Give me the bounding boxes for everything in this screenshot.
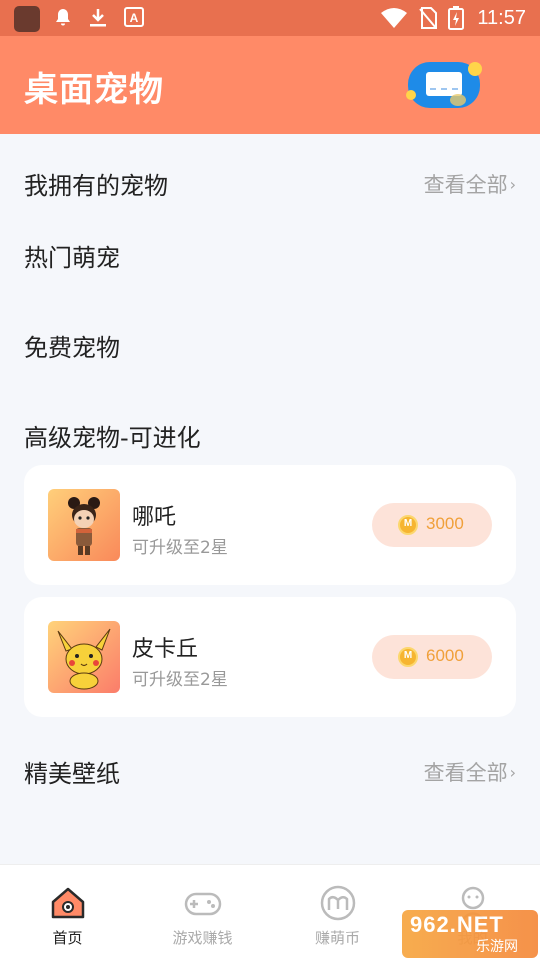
section-title-premium-pets: 高级宠物-可进化 [24,424,201,452]
tv-icon[interactable] [406,60,482,110]
home-icon [48,883,88,923]
nezha-avatar [48,489,120,561]
see-all-label: 查看全部 [423,173,508,197]
page-title: 桌面宠物 [24,70,164,110]
app-icon [14,6,40,32]
coin-icon [398,647,418,667]
nav-label: 首页 [52,929,83,947]
chevron-right-icon: › [509,763,516,782]
gamepad-icon [183,883,223,923]
see-all-label: 查看全部 [423,761,508,785]
no-sim-icon [418,6,438,37]
pet-card-nezha[interactable]: 哪吒 可升级至2星 3000 [24,465,516,585]
bell-icon [54,6,72,35]
see-all-wallpapers-link[interactable]: 查看全部 › [424,757,516,787]
buy-nezha-button[interactable]: 3000 [372,503,492,547]
price-label: 3000 [426,514,464,533]
nav-label: 赚萌币 [314,929,360,947]
battery-icon [448,6,464,37]
pet-name: 皮卡丘 [132,637,199,662]
nav-item-home[interactable]: 首页 [0,865,135,960]
download-icon [88,6,108,37]
watermark-brand: 962.NET [410,912,504,937]
section-title-wallpapers: 精美壁纸 [24,760,120,788]
pet-desc: 可升级至2星 [132,538,228,558]
pet-card-pikachu[interactable]: 皮卡丘 可升级至2星 6000 [24,597,516,717]
svg-text:A: A [130,11,139,25]
font-icon: A [124,6,144,35]
pet-desc: 可升级至2星 [132,670,228,690]
section-title-my-pets: 我拥有的宠物 [24,172,168,200]
watermark-logo: 962.NET 乐游网 [402,910,538,958]
buy-pikachu-button[interactable]: 6000 [372,635,492,679]
nav-item-game[interactable]: 游戏赚钱 [135,865,270,960]
nav-label: 游戏赚钱 [172,929,233,947]
app-bar: 桌面宠物 [0,36,540,134]
pet-name: 哪吒 [132,505,177,530]
section-title-free-pets: 免费宠物 [24,334,120,362]
wifi-icon [380,6,408,37]
watermark-sub: 乐游网 [476,939,518,955]
coin-m-icon [318,883,358,923]
see-all-my-pets-link[interactable]: 查看全部 › [424,169,516,199]
pikachu-avatar [48,621,120,693]
status-bar: A 11:57 [0,0,540,36]
status-time: 11:57 [477,7,526,29]
chevron-right-icon: › [509,175,516,194]
nav-item-coins[interactable]: 赚萌币 [270,865,405,960]
coin-icon [398,515,418,535]
price-label: 6000 [426,646,464,665]
section-title-hot-pets: 热门萌宠 [24,244,120,272]
